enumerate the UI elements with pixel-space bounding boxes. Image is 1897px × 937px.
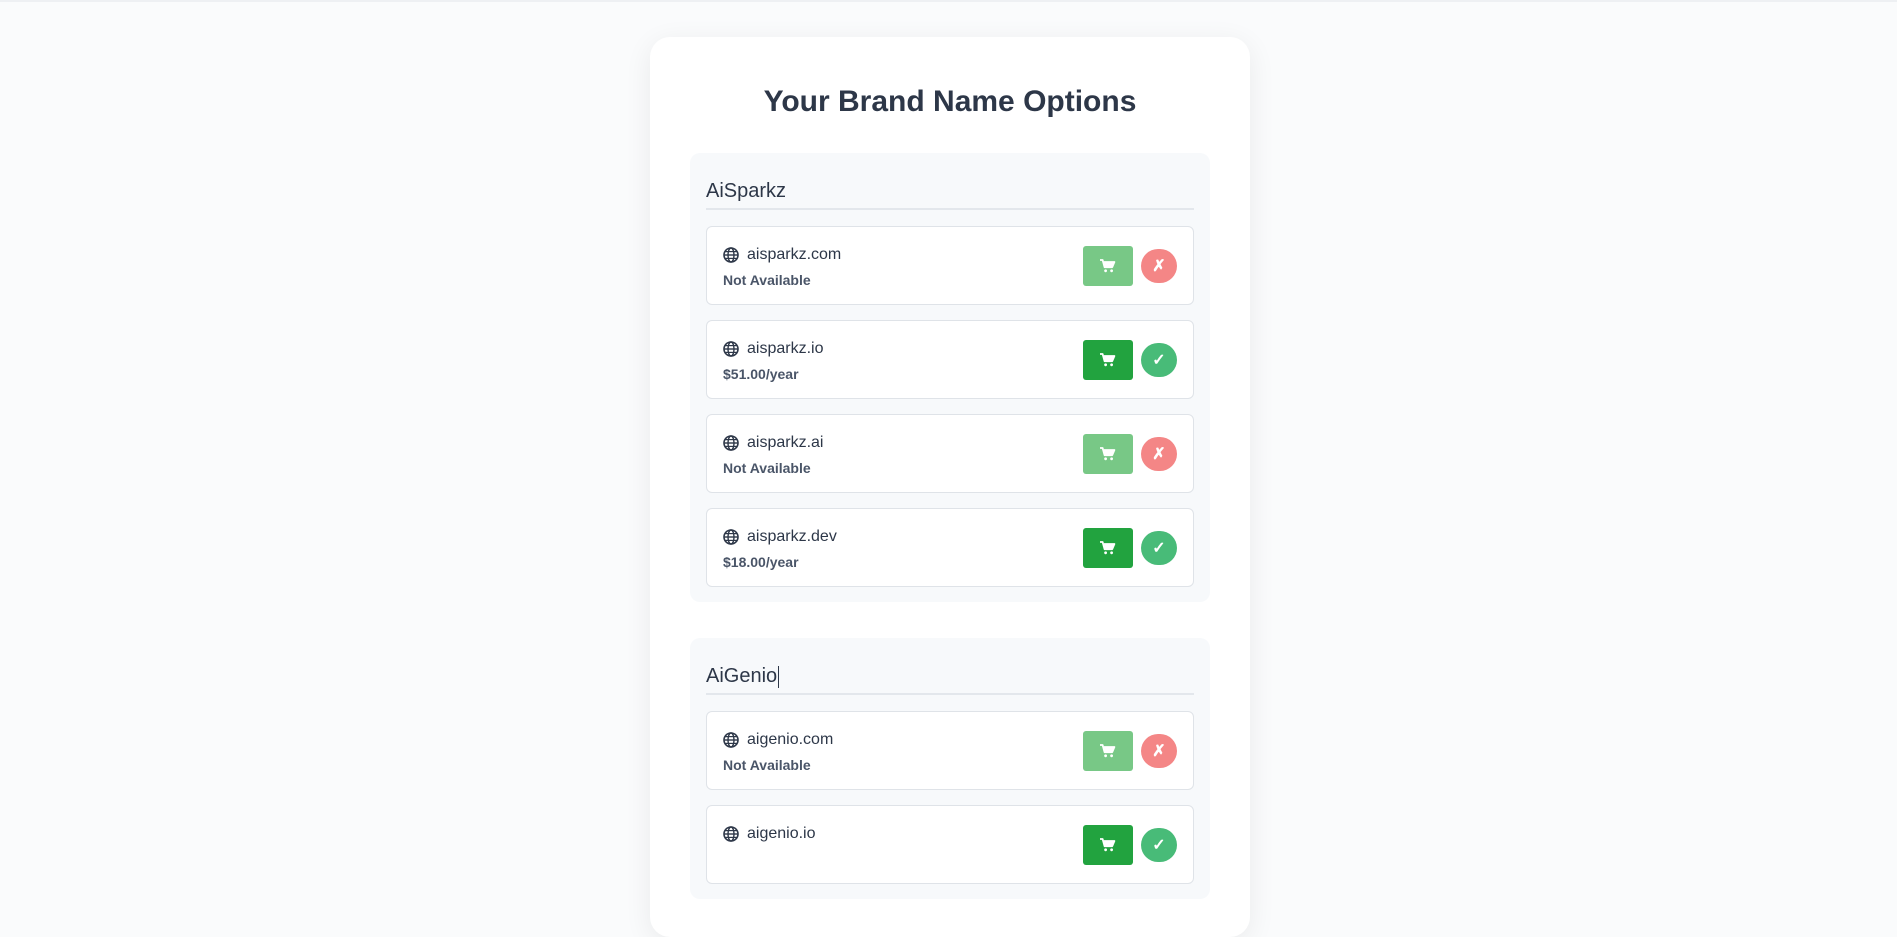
- domain-row: aisparkz.ai Not Available ✗: [706, 414, 1194, 493]
- brand-name-label[interactable]: AiSparkz: [706, 153, 1194, 210]
- buy-domain-button[interactable]: [1083, 246, 1133, 286]
- text-cursor: [778, 665, 780, 688]
- domain-price: $51.00/year: [723, 366, 799, 382]
- domain-name: aigenio.com: [747, 731, 834, 748]
- shopping-cart-icon: [1100, 353, 1116, 367]
- domain-name: aisparkz.ai: [747, 434, 824, 451]
- shopping-cart-icon: [1100, 744, 1116, 758]
- globe-icon: [723, 529, 739, 545]
- globe-icon: [723, 341, 739, 357]
- domain-name: aisparkz.com: [747, 246, 842, 263]
- brand-group-aigenio: AiGenio aigenio.com Not Available ✗ aige…: [690, 638, 1210, 899]
- brand-options-card: Your Brand Name Options AiSparkz aispark…: [650, 37, 1250, 937]
- page-title: Your Brand Name Options: [763, 85, 1137, 118]
- domain-status: Not Available: [723, 757, 811, 773]
- domain-status: Not Available: [723, 460, 811, 476]
- domain-name: aigenio.io: [747, 825, 816, 842]
- shopping-cart-icon: [1100, 541, 1116, 555]
- brand-group-aisparkz: AiSparkz aisparkz.com Not Available ✗ ai…: [690, 153, 1210, 602]
- domain-status: Not Available: [723, 272, 811, 288]
- availability-indicator: ✗: [1141, 734, 1177, 768]
- buy-domain-button[interactable]: [1083, 340, 1133, 380]
- globe-icon: [723, 247, 739, 263]
- globe-icon: [723, 732, 739, 748]
- domain-price: $18.00/year: [723, 554, 799, 570]
- availability-indicator: ✓: [1141, 828, 1177, 862]
- domain-row: aisparkz.com Not Available ✗: [706, 226, 1194, 305]
- shopping-cart-icon: [1100, 259, 1116, 273]
- globe-icon: [723, 826, 739, 842]
- shopping-cart-icon: [1100, 838, 1116, 852]
- buy-domain-button[interactable]: [1083, 731, 1133, 771]
- domain-name: aisparkz.io: [747, 340, 824, 357]
- buy-domain-button[interactable]: [1083, 434, 1133, 474]
- domain-name: aisparkz.dev: [747, 528, 837, 545]
- globe-icon: [723, 435, 739, 451]
- shopping-cart-icon: [1100, 447, 1116, 461]
- buy-domain-button[interactable]: [1083, 825, 1133, 865]
- domain-row: aisparkz.io $51.00/year ✓: [706, 320, 1194, 399]
- availability-indicator: ✓: [1141, 531, 1177, 565]
- top-border: [0, 0, 1897, 2]
- brand-name-text: AiGenio: [706, 665, 778, 687]
- domain-row: aigenio.com Not Available ✗: [706, 711, 1194, 790]
- availability-indicator: ✗: [1141, 437, 1177, 471]
- domain-row: aigenio.io ✓: [706, 805, 1194, 884]
- domain-row: aisparkz.dev $18.00/year ✓: [706, 508, 1194, 587]
- brand-name-label[interactable]: AiGenio: [706, 638, 1194, 695]
- buy-domain-button[interactable]: [1083, 528, 1133, 568]
- availability-indicator: ✗: [1141, 249, 1177, 283]
- availability-indicator: ✓: [1141, 343, 1177, 377]
